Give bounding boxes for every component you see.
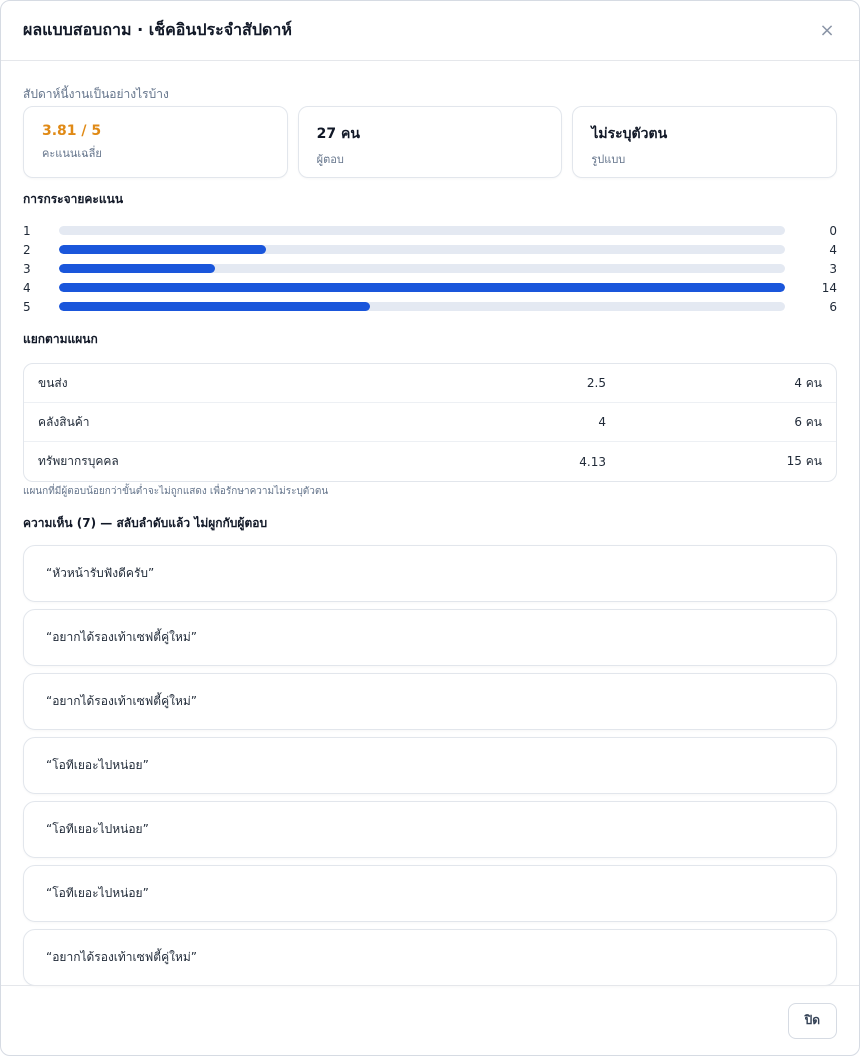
distribution-track xyxy=(58,226,786,235)
stat-label: ผู้ตอบ xyxy=(316,153,344,166)
comment-card: “โอทีเยอะไปหน่อย” xyxy=(23,865,837,922)
score-count: 0 xyxy=(829,223,837,238)
modal-title: ผลแบบสอบถาม · เช็คอินประจำสัปดาห์ xyxy=(23,20,292,39)
distribution-track xyxy=(58,302,786,311)
close-button[interactable]: ปิด xyxy=(787,1002,837,1039)
distribution-bar xyxy=(58,245,267,254)
distribution-bar xyxy=(58,264,215,273)
department-score: 4 xyxy=(598,415,606,429)
comment-card: “โอทีเยอะไปหน่อย” xyxy=(23,737,837,794)
comments-title: ความเห็น (7) — สลับลำดับแล้ว ไม่ผูกกับผู… xyxy=(23,516,268,530)
distribution-row: 3 3 xyxy=(23,259,837,278)
departments-title: แยกตามแผนก xyxy=(23,332,98,346)
department-count: 6 คน xyxy=(794,414,822,429)
distribution-row: 5 6 xyxy=(23,297,837,316)
stat-card-format: ไม่ระบุตัวตน รูปแบบ xyxy=(572,106,838,178)
modal-body: สัปดาห์นี้งานเป็นอย่างไรบ้าง 3.81 / 5 คะ… xyxy=(1,61,859,986)
comment-card: “โอทีเยอะไปหน่อย” xyxy=(23,801,837,858)
table-row: คลังสินค้า 4 6 คน xyxy=(24,403,836,442)
table-row: ขนส่ง 2.5 4 คน xyxy=(24,364,836,403)
distribution-bar xyxy=(58,283,786,292)
comment-card: “อยากได้รองเท้าเซฟตี้คู่ใหม่” xyxy=(23,609,837,666)
stat-card-average: 3.81 / 5 คะแนนเฉลี่ย xyxy=(23,106,288,178)
comments-list: “หัวหน้ารับฟังดีครับ” “อยากได้รองเท้าเซฟ… xyxy=(23,545,837,986)
distribution-row: 2 4 xyxy=(23,240,837,259)
comment-card: “อยากได้รองเท้าเซฟตี้คู่ใหม่” xyxy=(23,929,837,986)
department-score: 2.5 xyxy=(586,376,606,390)
score-key: 1 xyxy=(23,223,31,238)
modal-footer: ปิด xyxy=(1,985,859,1055)
modal-header: ผลแบบสอบถาม · เช็คอินประจำสัปดาห์ × xyxy=(1,1,859,61)
distribution-row: 1 0 xyxy=(23,221,837,240)
stats-row: 3.81 / 5 คะแนนเฉลี่ย 27 คน ผู้ตอบ ไม่ระบ… xyxy=(23,106,838,178)
score-count: 14 xyxy=(821,280,837,295)
distribution-bar xyxy=(58,302,371,311)
score-key: 4 xyxy=(23,280,31,295)
comment-card: “อยากได้รองเท้าเซฟตี้คู่ใหม่” xyxy=(23,673,837,730)
privacy-note: แผนกที่มีผู้ตอบน้อยกว่าขั้นต่ำจะไม่ถูกแส… xyxy=(23,486,329,497)
stat-value: 27 คน xyxy=(316,126,360,142)
score-count: 4 xyxy=(829,242,837,257)
comment-card: “หัวหน้ารับฟังดีครับ” xyxy=(23,545,837,602)
stat-label: รูปแบบ xyxy=(591,153,626,166)
survey-question: สัปดาห์นี้งานเป็นอย่างไรบ้าง xyxy=(23,87,169,101)
distribution-title: การกระจายคะแนน xyxy=(23,192,124,206)
department-count: 4 คน xyxy=(794,375,822,390)
stat-label: คะแนนเฉลี่ย xyxy=(42,147,102,160)
department-name: คลังสินค้า xyxy=(38,414,90,429)
distribution-track xyxy=(58,245,786,254)
department-score: 4.13 xyxy=(579,454,606,469)
distribution-track xyxy=(58,283,786,292)
department-name: ขนส่ง xyxy=(38,375,68,390)
department-count: 15 คน xyxy=(786,454,822,468)
score-key: 5 xyxy=(23,299,31,314)
score-key: 3 xyxy=(23,261,31,276)
table-row: ทรัพยากรบุคคล 4.13 15 คน xyxy=(24,442,836,481)
distribution-track xyxy=(58,264,786,273)
department-table: ขนส่ง 2.5 4 คน คลังสินค้า 4 6 คน ทรัพยาก… xyxy=(23,363,837,482)
survey-results-modal: ผลแบบสอบถาม · เช็คอินประจำสัปดาห์ × สัปด… xyxy=(0,0,860,1056)
stat-value: 3.81 / 5 xyxy=(42,123,102,139)
score-count: 3 xyxy=(829,261,837,276)
score-distribution: 1 0 2 4 3 3 4 14 5 6 xyxy=(23,221,837,316)
stat-card-respondents: 27 คน ผู้ตอบ xyxy=(297,106,563,178)
score-key: 2 xyxy=(23,242,31,257)
stat-value: ไม่ระบุตัวตน xyxy=(591,126,668,142)
distribution-row: 4 14 xyxy=(23,278,837,297)
close-icon[interactable]: × xyxy=(817,20,837,41)
department-name: ทรัพยากรบุคคล xyxy=(38,454,119,468)
score-count: 6 xyxy=(829,299,837,314)
